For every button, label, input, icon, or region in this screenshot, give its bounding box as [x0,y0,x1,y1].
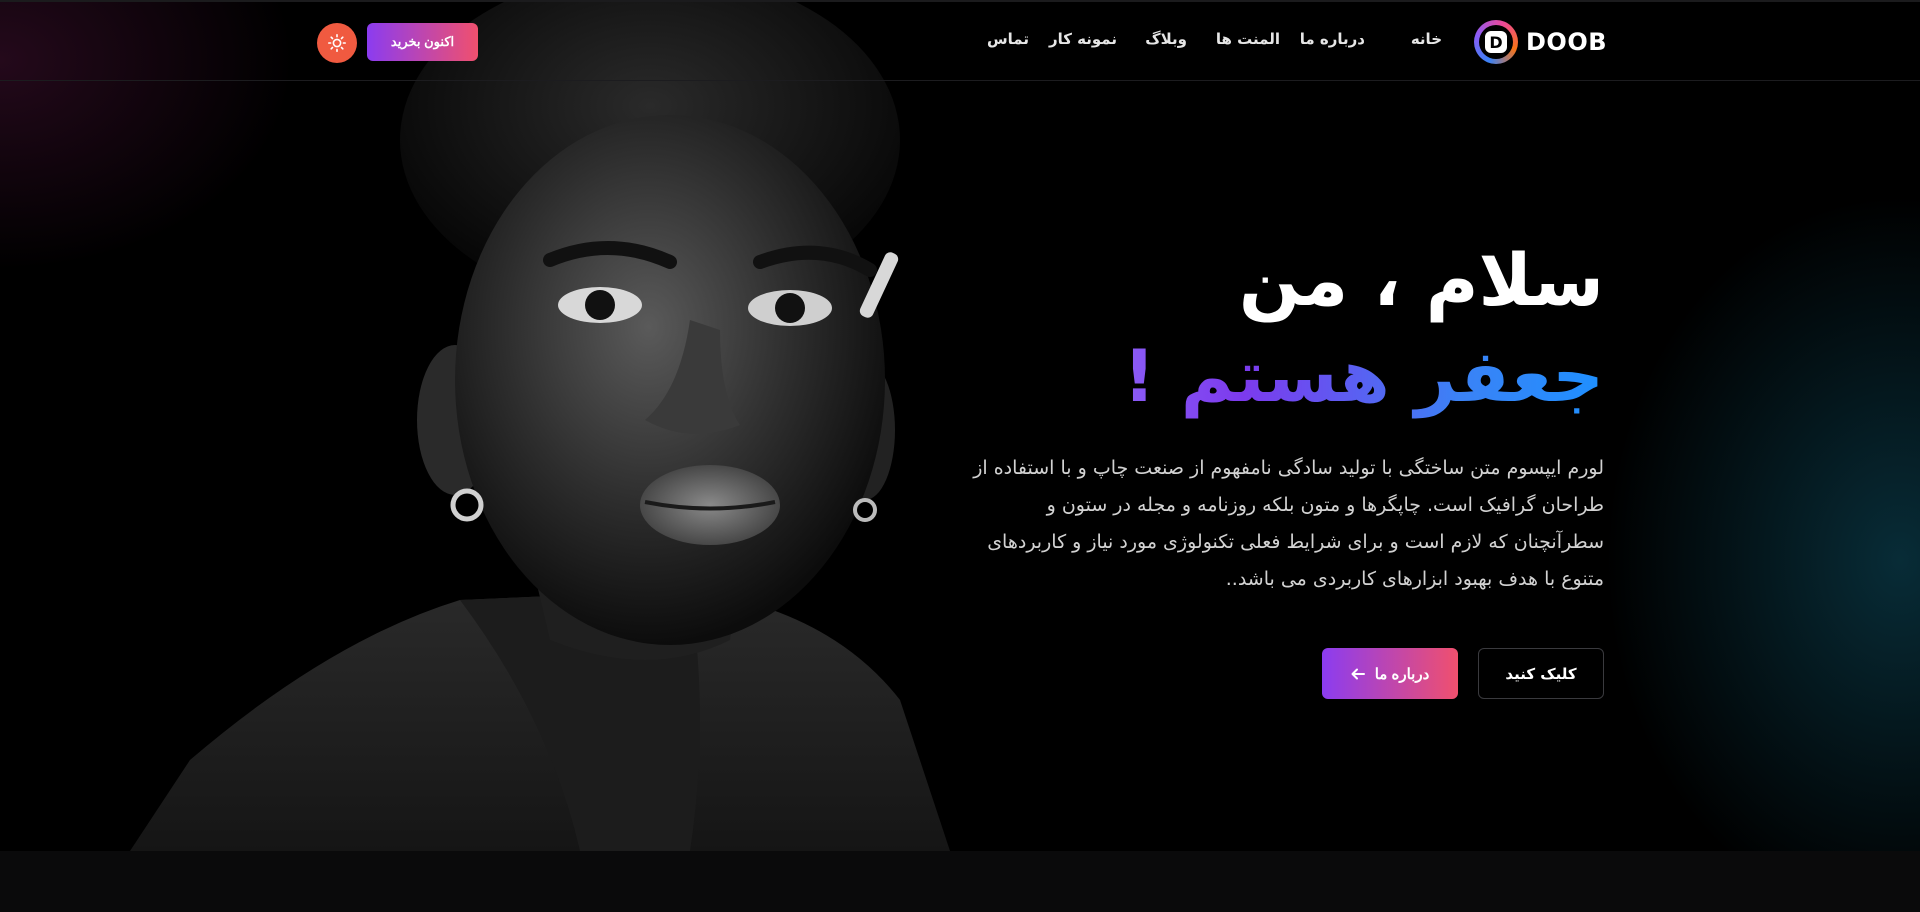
click-button-label: کلیک کنید [1505,664,1577,683]
hero-section: سلام ، من جعفر هستم ! لورم ایپسوم متن سا… [0,0,1920,851]
site-header: D DOOB خانه درباره ما المنت ها وبلاگ نمو… [0,0,1920,81]
arrow-left-icon [1351,668,1365,679]
logo-mark-icon: D [1474,20,1518,64]
logo-letter: D [1485,31,1507,53]
nav-item-blog[interactable]: وبلاگ [1145,30,1187,48]
nav-item-elements[interactable]: المنت ها [1216,30,1280,48]
about-button[interactable]: درباره ما [1322,648,1458,699]
hero-portrait-image [130,0,950,851]
buy-now-button[interactable]: اکنون بخرید [367,23,478,61]
about-button-label: درباره ما [1374,665,1430,683]
nav-item-portfolio[interactable]: نمونه کار [1049,30,1117,48]
click-button[interactable]: کلیک کنید [1478,648,1604,699]
nav-item-home[interactable]: خانه [1411,30,1442,48]
brand-name: DOOB [1526,28,1608,56]
brand-logo[interactable]: D DOOB [1474,20,1607,64]
hero-title-line1: سلام ، من [1238,238,1604,322]
next-section-band [0,851,1920,912]
nav-item-contact[interactable]: تماس [987,30,1029,48]
sun-icon [328,34,346,52]
hero-lead-text: لورم ایپسوم متن ساختگی با تولید سادگی نا… [973,457,1604,590]
theme-toggle-button[interactable] [317,23,357,63]
nav-item-about[interactable]: درباره ما [1300,30,1365,48]
hero-title-line2: جعفر هستم ! [1123,330,1604,422]
